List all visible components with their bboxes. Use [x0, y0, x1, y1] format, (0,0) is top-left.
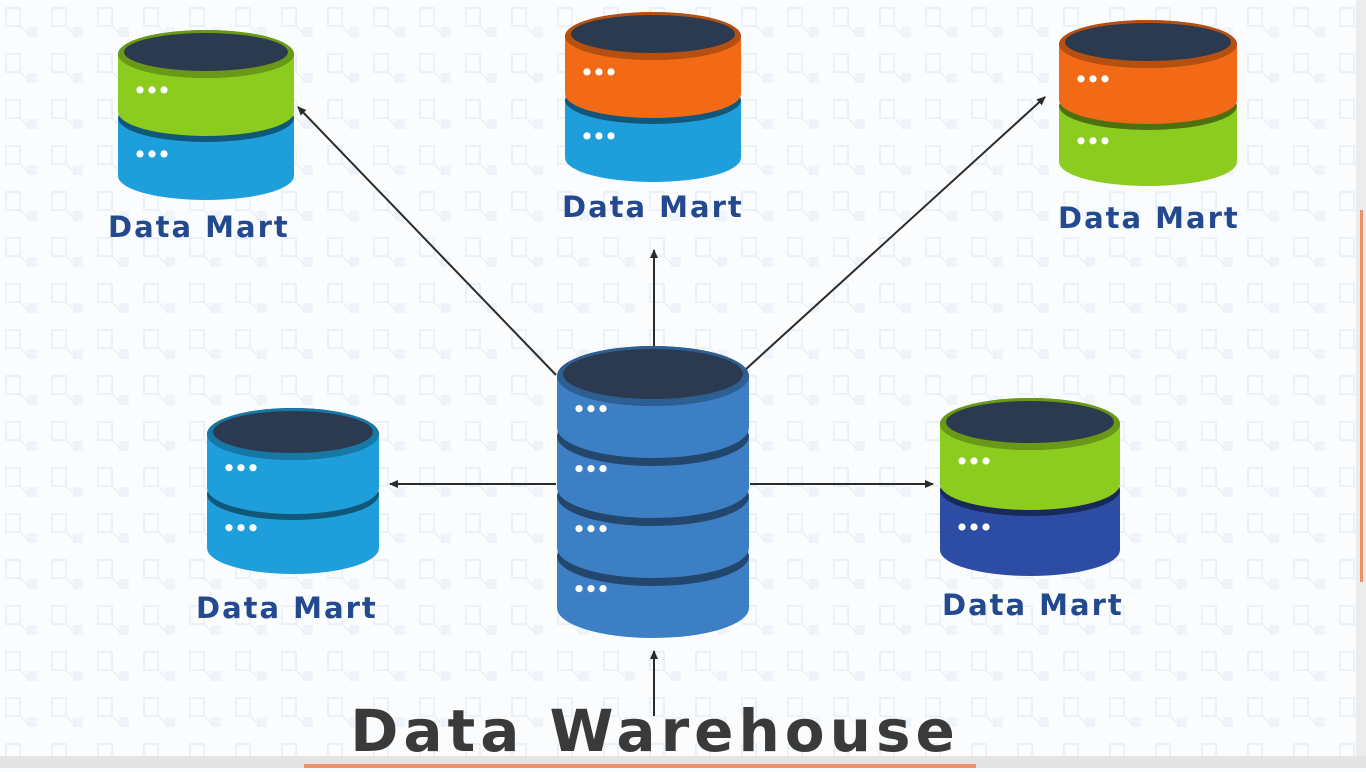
- data-mart-middle-right-icon-cap: [946, 401, 1114, 443]
- data-warehouse-icon-layer-2-led: [575, 465, 583, 473]
- data-mart-label-top-right: Data Mart: [1058, 201, 1240, 235]
- data-mart-middle-left-icon-cap: [213, 411, 373, 453]
- data-mart-top-center-icon-layer-1-led: [595, 68, 603, 76]
- data-mart-top-center-icon-cap: [571, 15, 735, 53]
- data-mart-top-center-icon: [565, 12, 741, 182]
- data-mart-top-right-icon-cap: [1065, 23, 1231, 61]
- data-mart-top-left-icon-cap: [124, 33, 288, 71]
- data-mart-middle-right-icon: [940, 398, 1120, 576]
- data-mart-middle-right-icon-layer-1-led: [958, 457, 966, 465]
- data-warehouse-icon-layer-4-led: [599, 585, 607, 593]
- data-mart-middle-right-icon-layer-1-led: [970, 457, 978, 465]
- data-mart-middle-left-icon-layer-2-led: [225, 524, 233, 532]
- data-warehouse-icon-layer-1-led: [599, 405, 607, 413]
- data-warehouse-icon: [557, 346, 749, 638]
- data-mart-middle-left-icon: [207, 408, 379, 574]
- data-mart-top-right-icon-layer-1-led: [1101, 75, 1109, 83]
- data-warehouse-icon-layer-1-led: [587, 405, 595, 413]
- data-mart-top-left-icon-layer-1-led: [160, 86, 168, 94]
- data-mart-top-right-icon-layer-2-led: [1077, 137, 1085, 145]
- data-warehouse-icon-layer-2-led: [599, 465, 607, 473]
- bottom-edge-accent: [304, 764, 976, 768]
- data-mart-middle-right-icon-layer-2-led: [958, 523, 966, 531]
- data-warehouse-icon-cap: [563, 349, 743, 399]
- data-mart-middle-left-icon-layer-2-led: [237, 524, 245, 532]
- data-mart-top-right-icon-layer-2-led: [1101, 137, 1109, 145]
- data-mart-top-left-icon-layer-2-led: [148, 150, 156, 158]
- data-mart-label-middle-left: Data Mart: [196, 591, 378, 625]
- data-mart-label-top-center: Data Mart: [562, 190, 744, 224]
- data-mart-label-top-left: Data Mart: [108, 210, 290, 244]
- data-mart-middle-left-icon-layer-2-led: [249, 524, 257, 532]
- data-mart-middle-left-icon-layer-1-led: [225, 464, 233, 472]
- data-warehouse-icon-layer-3-led: [587, 525, 595, 533]
- data-warehouse-icon-layer-4-led: [575, 585, 583, 593]
- data-mart-middle-right-icon-layer-2-led: [970, 523, 978, 531]
- data-mart-top-left-icon: [118, 30, 294, 200]
- data-mart-middle-right-icon-layer-1-led: [982, 457, 990, 465]
- data-mart-top-left-icon-layer-1-led: [148, 86, 156, 94]
- data-mart-top-left-icon-layer-1-led: [136, 86, 144, 94]
- data-mart-label-middle-right: Data Mart: [942, 588, 1124, 622]
- data-mart-top-left-icon-layer-2-led: [136, 150, 144, 158]
- data-mart-top-right-icon-layer-2-led: [1089, 137, 1097, 145]
- data-mart-middle-left-icon-layer-1-led: [249, 464, 257, 472]
- right-edge-accent: [1360, 210, 1363, 582]
- data-mart-top-center-icon-layer-1-led: [607, 68, 615, 76]
- data-mart-top-center-icon-layer-2-led: [595, 132, 603, 140]
- diagram-canvas: Data Mart Data Mart Data Mart Data Mart …: [0, 0, 1366, 768]
- data-warehouse-icon-layer-3-led: [575, 525, 583, 533]
- data-mart-top-right-icon-layer-1-led: [1089, 75, 1097, 83]
- data-mart-top-center-icon-layer-1-led: [583, 68, 591, 76]
- data-warehouse-icon-layer-2-led: [587, 465, 595, 473]
- data-warehouse-icon-layer-4-led: [587, 585, 595, 593]
- data-mart-top-center-icon-layer-2-led: [583, 132, 591, 140]
- data-mart-top-right-icon-layer-1-led: [1077, 75, 1085, 83]
- data-warehouse-title: Data Warehouse: [350, 697, 960, 765]
- diagram-svg: [0, 0, 1366, 768]
- data-mart-middle-left-icon-layer-1-led: [237, 464, 245, 472]
- data-mart-top-right-icon: [1059, 20, 1237, 186]
- data-warehouse-icon-layer-1-led: [575, 405, 583, 413]
- data-mart-top-left-icon-layer-2-led: [160, 150, 168, 158]
- data-mart-middle-right-icon-layer-2-led: [982, 523, 990, 531]
- data-mart-top-center-icon-layer-2-led: [607, 132, 615, 140]
- data-warehouse-icon-layer-3-led: [599, 525, 607, 533]
